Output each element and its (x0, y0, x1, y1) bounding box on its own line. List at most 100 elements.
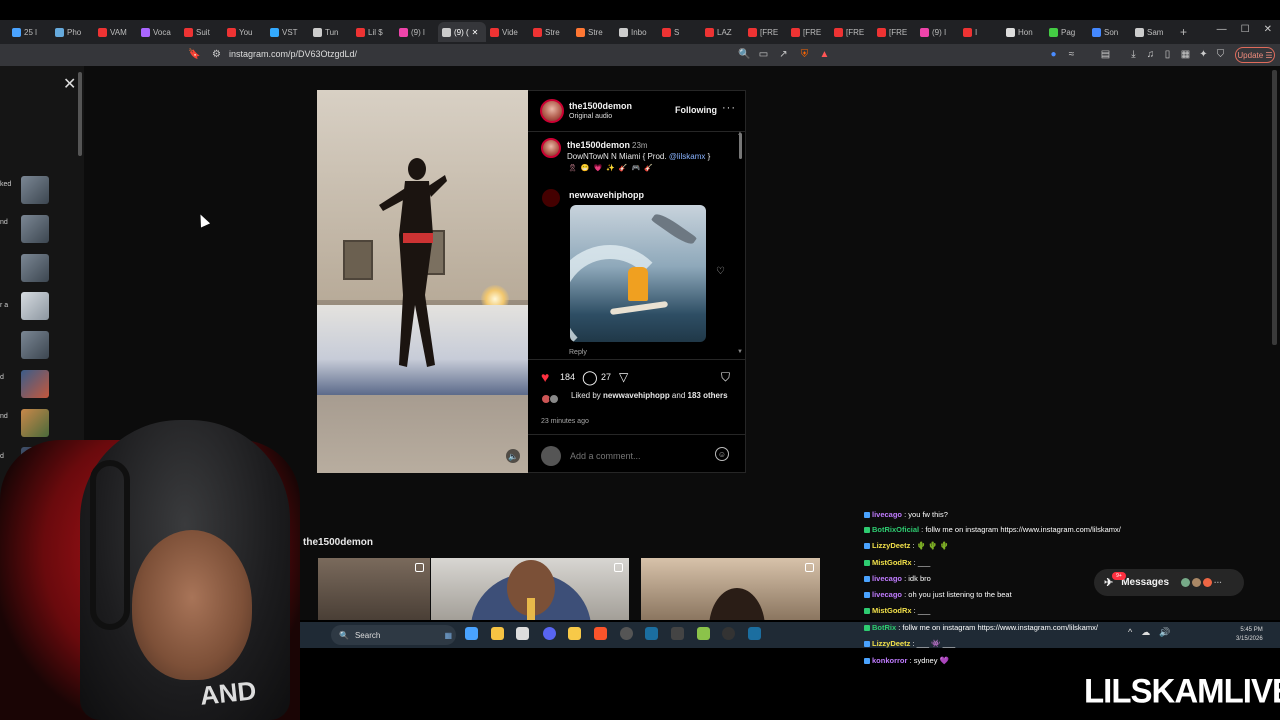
maximize-icon[interactable]: ☐ (1241, 24, 1250, 35)
update-button[interactable]: Update ☰ (1235, 47, 1275, 63)
browser-tab[interactable]: S (658, 22, 701, 42)
browser-tab[interactable]: [FRE (873, 22, 916, 42)
browser-tab[interactable]: Son (1088, 22, 1131, 42)
sidebar-thumbnail[interactable] (21, 176, 49, 204)
browser-tab[interactable]: [FRE (787, 22, 830, 42)
scroll-down-icon[interactable]: ▼ (737, 349, 743, 355)
like-heart-icon[interactable]: ♥ (541, 369, 549, 385)
browser-tab[interactable]: Suit (180, 22, 223, 42)
caption-username[interactable]: the1500demon (567, 140, 630, 150)
speaker-icon[interactable]: 🔊 (1159, 627, 1170, 638)
browser-tab[interactable]: Pho (51, 22, 94, 42)
grid-post[interactable] (641, 558, 820, 620)
music-icon[interactable]: ♫ (1145, 49, 1156, 60)
sidebar-thumbnail[interactable] (21, 292, 49, 320)
brave-shield-icon[interactable]: ⛨ (799, 49, 810, 60)
comment-avatar[interactable] (542, 189, 560, 207)
share-icon[interactable]: ↗ (778, 49, 789, 60)
sidebar-thumbnail[interactable] (21, 254, 49, 282)
browser-tab[interactable]: Tun (309, 22, 352, 42)
layout-icon[interactable]: ▯ (1162, 49, 1173, 60)
browser-tab[interactable]: Stre (572, 22, 615, 42)
browser-tab[interactable]: (9) I (916, 22, 959, 42)
author-username[interactable]: the1500demon (569, 101, 632, 111)
sidebar-icon[interactable]: ▤ (1100, 49, 1111, 60)
browser-tab[interactable]: Lil $ (352, 22, 395, 42)
app-icon[interactable] (722, 627, 735, 640)
url-text[interactable]: instagram.com/p/DV63OtzgdLd/ (229, 49, 357, 59)
app-icon[interactable] (568, 627, 581, 640)
browser-tab[interactable]: LAZ (701, 22, 744, 42)
comments-scrollbar[interactable] (739, 133, 742, 159)
save-bookmark-icon[interactable]: ⛉ (721, 370, 730, 385)
browser-tab[interactable]: (9) (✕ (438, 22, 486, 42)
author-avatar[interactable] (540, 99, 564, 123)
new-tab-icon[interactable]: + (1180, 25, 1187, 39)
share-icon[interactable]: ▽ (619, 370, 628, 384)
browser-tab[interactable]: Voca (137, 22, 180, 42)
taskbar-clock[interactable]: 5:45 PM 3/15/2026 (1236, 626, 1263, 644)
comment-username[interactable]: newwavehiphopp (569, 190, 644, 200)
more-options-icon[interactable]: ··· (722, 102, 736, 114)
caption-avatar[interactable] (541, 138, 561, 158)
leo-icon[interactable]: ✦ (1198, 49, 1209, 60)
bookmark-icon[interactable]: 🔖 (188, 49, 200, 60)
extension-icon[interactable]: ● (1048, 49, 1059, 60)
close-tab-icon[interactable]: ✕ (472, 28, 479, 37)
store-icon[interactable] (516, 627, 529, 640)
wallet-icon[interactable]: ▦ (1180, 49, 1191, 60)
zoom-icon[interactable]: 🔍 (738, 49, 750, 60)
browser-tab[interactable]: VST (266, 22, 309, 42)
browser-tab[interactable]: I (959, 22, 1002, 42)
browser-tab[interactable]: 25 l (8, 22, 51, 42)
grid-post[interactable] (431, 558, 629, 620)
site-info-icon[interactable]: ⚙ (211, 49, 222, 60)
liked-by-user[interactable]: newwavehiphopp (603, 391, 670, 400)
obs-icon[interactable] (620, 627, 633, 640)
network-icon[interactable]: ☁ (1141, 627, 1150, 638)
discord-icon[interactable] (543, 627, 556, 640)
file-explorer-icon[interactable] (491, 627, 504, 640)
app-icon[interactable] (748, 627, 761, 640)
vpn-icon[interactable]: ⛉ (1215, 49, 1226, 60)
reel-video[interactable]: 🔈 (317, 90, 528, 473)
close-window-icon[interactable]: ✕ (1264, 24, 1272, 35)
browser-tab[interactable]: Sam (1131, 22, 1174, 42)
cast-icon[interactable]: ▭ (758, 49, 769, 60)
comment-image[interactable] (570, 205, 706, 342)
browser-tab[interactable]: (9) l (395, 22, 438, 42)
app-icon[interactable] (671, 627, 684, 640)
download-icon[interactable]: ⤓ (1128, 49, 1139, 60)
sidebar-thumbnail[interactable] (21, 331, 49, 359)
mute-icon[interactable]: 🔈 (506, 449, 520, 463)
page-scrollbar[interactable] (1272, 70, 1277, 345)
emoji-picker-icon[interactable]: ☺ (715, 447, 729, 461)
rewards-icon[interactable]: ▲ (819, 49, 830, 60)
brave-icon[interactable] (594, 627, 607, 640)
chevron-up-icon[interactable]: ^ (1128, 627, 1132, 638)
browser-tab[interactable]: Inbo (615, 22, 658, 42)
browser-tab[interactable]: VAM (94, 22, 137, 42)
edge-icon[interactable] (465, 627, 478, 640)
browser-tab[interactable]: Vide (486, 22, 529, 42)
mention-link[interactable]: @lilskamx (669, 152, 706, 161)
browser-tab[interactable]: You (223, 22, 266, 42)
extension-icon[interactable]: ≈ (1066, 49, 1077, 60)
browser-tab[interactable]: Pag (1045, 22, 1088, 42)
comment-icon[interactable]: ◯ (582, 369, 598, 386)
browser-tab[interactable]: Hon (1002, 22, 1045, 42)
add-comment-input[interactable] (570, 451, 710, 461)
comment-like-icon[interactable]: ♡ (716, 266, 725, 277)
app-icon[interactable] (697, 627, 710, 640)
browser-tab[interactable]: [FRE (744, 22, 787, 42)
minimize-icon[interactable]: — (1217, 24, 1227, 35)
scrollbar[interactable] (78, 72, 82, 156)
following-button[interactable]: Following (675, 105, 717, 115)
steam-icon[interactable] (645, 627, 658, 640)
sidebar-thumbnail[interactable] (21, 215, 49, 243)
sidebar-thumbnail[interactable] (21, 370, 49, 398)
browser-tab[interactable]: [FRE (830, 22, 873, 42)
browser-tab[interactable]: Stre (529, 22, 572, 42)
close-modal-icon[interactable]: ✕ (63, 74, 76, 94)
liked-by-others[interactable]: 183 others (688, 391, 728, 400)
